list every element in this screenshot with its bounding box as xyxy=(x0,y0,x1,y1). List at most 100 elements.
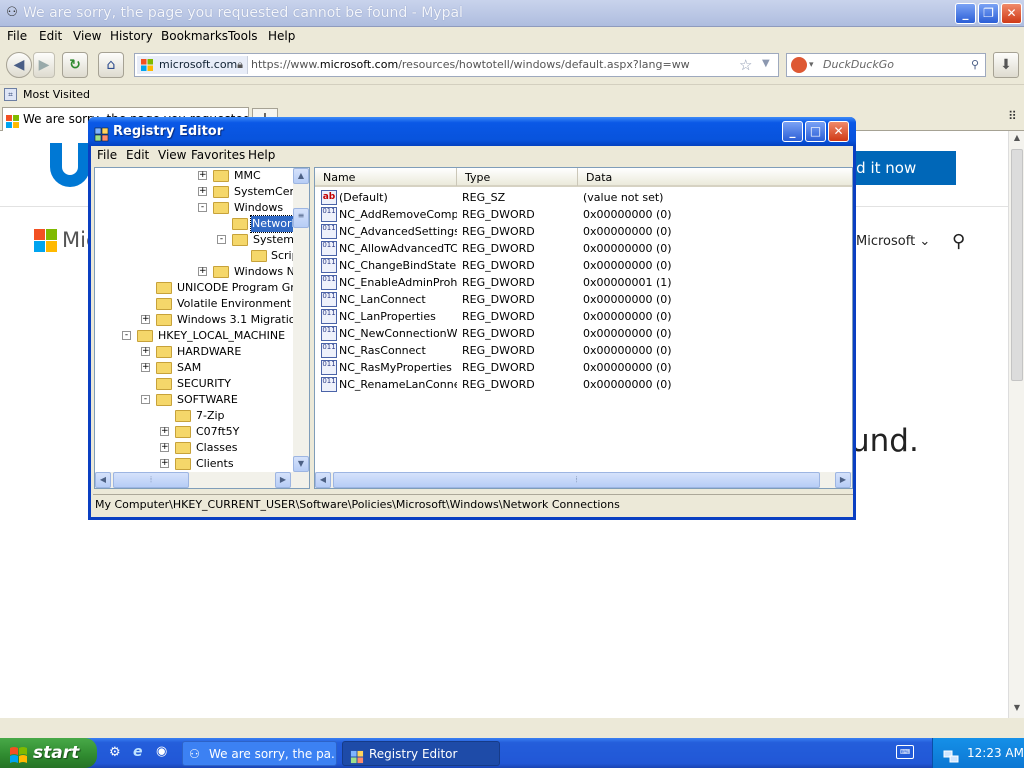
regedit-close-button[interactable]: ✕ xyxy=(828,121,849,142)
tree-node[interactable]: + Windows 3.1 Migration S xyxy=(141,312,309,328)
tree-node[interactable]: UNICODE Program Grou xyxy=(141,280,308,296)
registry-value-row[interactable]: 011NC_NewConnectionWizard REG_DWORD 0x0000… xyxy=(315,325,852,342)
values-hscroll-thumb[interactable]: ⦙ xyxy=(333,472,820,488)
tree-node[interactable]: 7-Zip xyxy=(160,408,297,424)
clock[interactable]: 12:23 AM xyxy=(967,746,1024,760)
tree-scroll-down-icon[interactable]: ▼ xyxy=(293,456,309,472)
search-input[interactable]: ▾ DuckDuckGo ⚲ xyxy=(786,53,986,77)
regedit-menu-help[interactable]: Help xyxy=(248,148,275,162)
url-text[interactable]: https://www.microsoft.com/resources/howt… xyxy=(251,57,690,73)
tree-hscroll-thumb[interactable]: ⦙ xyxy=(113,472,189,488)
tree-expander[interactable]: + xyxy=(198,267,207,276)
tree-scroll-left-icon[interactable]: ◀ xyxy=(95,472,111,488)
registry-value-row[interactable]: 011 NC_RasConnect REG_DWORD 0x00000000 (0) xyxy=(315,342,852,359)
all-microsoft-menu[interactable]: Microsoft ⌄ xyxy=(856,234,930,249)
tree-node[interactable]: SECURITY xyxy=(141,376,297,392)
scroll-up-icon[interactable]: ▲ xyxy=(1011,133,1023,145)
tree-expander[interactable]: + xyxy=(141,347,150,356)
registry-editor-window[interactable]: Registry Editor _ □ ✕ File Edit View Fav… xyxy=(88,117,856,520)
start-button[interactable]: start xyxy=(0,738,97,768)
values-scroll-right-icon[interactable]: ▶ xyxy=(835,472,851,488)
regedit-menu-file[interactable]: File xyxy=(97,148,117,162)
registry-value-row[interactable]: 011NC_AddRemoveComponents REG_DWORD 0x0000… xyxy=(315,206,852,223)
menu-file[interactable]: File xyxy=(7,29,27,43)
registry-value-row[interactable]: 011 NC_LanConnect REG_DWORD 0x00000000 (0) xyxy=(315,291,852,308)
tree-expander[interactable]: - xyxy=(141,395,150,404)
taskbar-item-regedit[interactable]: Registry Editor xyxy=(342,741,500,766)
tree-expander[interactable]: + xyxy=(160,443,169,452)
tab-overflow-icon[interactable]: ⠿ xyxy=(1008,109,1017,123)
registry-value-row[interactable]: 011 NC_LanProperties REG_DWORD 0x00000000 (… xyxy=(315,308,852,325)
tree-scroll-right-icon[interactable]: ▶ xyxy=(275,472,291,488)
regedit-menu-view[interactable]: View xyxy=(158,148,186,162)
menu-tools[interactable]: Tools xyxy=(228,29,258,43)
tree-node[interactable]: - Windows xyxy=(198,200,298,216)
tree-node[interactable]: + MMC xyxy=(198,168,298,184)
search-engine-dropdown-icon[interactable]: ▾ xyxy=(809,54,814,76)
reload-icon[interactable]: ↻ xyxy=(62,52,88,78)
site-identity-button[interactable]: microsoft.com 🔒︎ xyxy=(137,56,248,74)
bookmark-most-visited[interactable]: Most Visited xyxy=(23,88,90,101)
tree-expander[interactable]: + xyxy=(160,459,169,468)
regedit-maximize-button[interactable]: □ xyxy=(805,121,826,142)
url-dropdown-icon[interactable]: ▼ xyxy=(762,58,770,69)
registry-value-row[interactable]: 011NC_EnableAdminProhibits REG_DWORD 0x000… xyxy=(315,274,852,291)
tree-node[interactable]: + Windows NT xyxy=(198,264,302,280)
registry-key-tree[interactable]: + MMC + SystemCerti - Windows Network - Syst… xyxy=(94,167,310,489)
registry-value-row[interactable]: 011 NC_AdvancedSettings REG_DWORD 0x0000000… xyxy=(315,223,852,240)
menu-history[interactable]: History xyxy=(110,29,153,43)
registry-value-row[interactable]: 011 NC_RasMyProperties REG_DWORD 0x00000000… xyxy=(315,359,852,376)
back-arrow-icon[interactable]: ◀ xyxy=(6,52,32,78)
tree-expander[interactable]: - xyxy=(217,235,226,244)
registry-editor-titlebar[interactable]: Registry Editor _ □ ✕ xyxy=(88,117,856,146)
regedit-menu-edit[interactable]: Edit xyxy=(126,148,149,162)
menu-edit[interactable]: Edit xyxy=(39,29,62,43)
page-search-icon[interactable]: ⚲ xyxy=(952,231,965,252)
url-bar[interactable]: microsoft.com 🔒︎ https://www.microsoft.c… xyxy=(134,53,779,77)
bookmark-star-icon[interactable]: ☆ xyxy=(739,56,752,74)
column-header-name[interactable]: Name xyxy=(315,168,457,186)
keyboard-icon[interactable]: ⌨ xyxy=(896,745,914,759)
registry-value-row[interactable]: 011 NC_ChangeBindState REG_DWORD 0x00000000… xyxy=(315,257,852,274)
column-header-type[interactable]: Type xyxy=(457,168,578,186)
tree-horizontal-scrollbar[interactable]: ◀ ⦙ ▶ xyxy=(95,472,309,488)
network-icon[interactable] xyxy=(943,745,959,763)
tree-scroll-up-icon[interactable]: ▲ xyxy=(293,168,309,184)
registry-value-row[interactable]: 011NC_AllowAdvancedTCPIPConfig REG_DWORD 0… xyxy=(315,240,852,257)
tree-expander[interactable]: - xyxy=(122,331,131,340)
regedit-minimize-button[interactable]: _ xyxy=(782,121,803,142)
values-scroll-left-icon[interactable]: ◀ xyxy=(315,472,331,488)
tree-node[interactable]: - HKEY_LOCAL_MACHINE xyxy=(122,328,297,344)
page-scroll-thumb[interactable] xyxy=(1011,149,1023,381)
tree-node[interactable]: - System xyxy=(217,232,297,248)
menu-bookmarks[interactable]: Bookmarks xyxy=(161,29,228,43)
tree-node[interactable]: + HARDWARE xyxy=(141,344,297,360)
browser-minimize-button[interactable]: _ xyxy=(955,3,976,24)
tree-node[interactable]: + SAM xyxy=(141,360,297,376)
tree-expander[interactable]: + xyxy=(141,315,150,324)
tree-expander[interactable]: + xyxy=(198,171,207,180)
quicklaunch-messenger-icon[interactable]: ⚙ xyxy=(109,745,121,760)
quicklaunch-ie-icon[interactable]: e xyxy=(133,744,143,760)
menu-view[interactable]: View xyxy=(73,29,101,43)
menu-help[interactable]: Help xyxy=(268,29,295,43)
tree-node[interactable]: + SystemCerti xyxy=(198,184,301,200)
tree-expander[interactable]: + xyxy=(160,427,169,436)
tree-node[interactable]: Scrip xyxy=(236,248,299,264)
tree-vertical-scrollbar[interactable]: ▲ ≡ ▼ xyxy=(293,168,309,472)
registry-value-row[interactable]: ab (Default) REG_SZ (value not set) xyxy=(315,189,852,206)
home-icon[interactable]: ⌂ xyxy=(98,52,124,78)
downloads-icon[interactable]: ⬇ xyxy=(993,52,1019,78)
search-icon[interactable]: ⚲ xyxy=(971,54,979,76)
column-header-data[interactable]: Data xyxy=(578,168,852,186)
tree-expander[interactable]: - xyxy=(198,203,207,212)
browser-close-button[interactable]: ✕ xyxy=(1001,3,1022,24)
tree-scroll-thumb[interactable]: ≡ xyxy=(293,208,309,228)
page-vertical-scrollbar[interactable]: ▲ ▼ xyxy=(1008,131,1024,718)
browser-restore-button[interactable]: ❐ xyxy=(978,3,999,24)
regedit-menu-favorites[interactable]: Favorites xyxy=(191,148,245,162)
tree-expander[interactable]: + xyxy=(141,363,150,372)
quicklaunch-media-icon[interactable]: ◉ xyxy=(156,744,167,759)
registry-values-list[interactable]: Name Type Data ab (Default) REG_SZ (value n… xyxy=(314,167,853,489)
registry-value-row[interactable]: 011NC_RenameLanConnection REG_DWORD 0x0000… xyxy=(315,376,852,393)
